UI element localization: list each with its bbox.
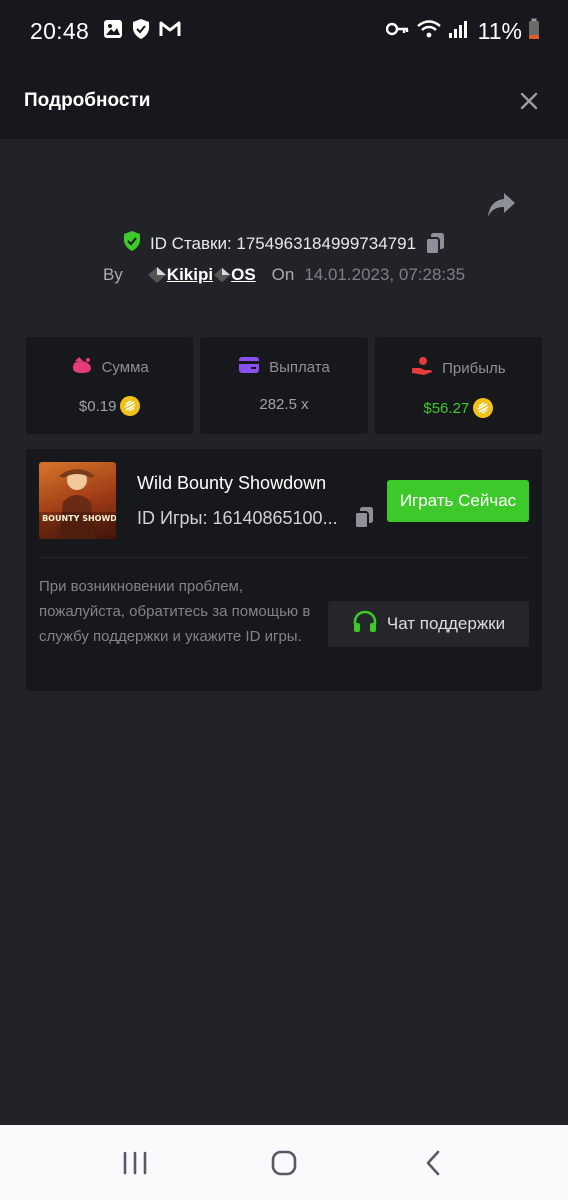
on-label: On <box>271 265 295 284</box>
stat-profit-value: $56.27 <box>423 399 470 417</box>
home-icon <box>271 1150 297 1175</box>
game-id-row: ID Игры: 16140865100... <box>137 506 375 530</box>
battery-icon <box>528 18 540 45</box>
back-button[interactable] <box>403 1138 463 1188</box>
status-right: 11% <box>385 17 540 45</box>
stat-amount: Сумма $0.19 <box>26 337 194 434</box>
signal-icon <box>448 19 468 44</box>
bet-id-row: ID Ставки: 1754963184999734791 <box>0 230 568 257</box>
bet-id: ID Ставки: 1754963184999734791 <box>149 233 417 253</box>
bet-date: 14.01.2023, 07:28:35 <box>304 265 466 284</box>
diamond-icon <box>213 267 231 283</box>
copy-bet-id-button[interactable] <box>424 232 446 256</box>
stat-amount-value: $0.19 <box>78 397 117 415</box>
coin-icon <box>473 398 494 418</box>
system-nav-bar <box>0 1125 568 1200</box>
status-left-icons <box>103 18 181 45</box>
stat-profit: Прибыль $56.27 <box>374 337 542 434</box>
help-text: При возникновении проблем, пожалуйста, о… <box>39 578 311 645</box>
game-card: WILD BOUNTY SHOWDOWN Wild Bounty Showdow… <box>26 449 542 691</box>
header: Подробности <box>0 62 568 139</box>
stat-payout: Выплата 282.5 x <box>200 337 368 434</box>
divider <box>39 557 529 558</box>
money-bag-icon <box>71 356 93 378</box>
battery-percent: 11% <box>477 17 522 44</box>
bet-author-row: By Kikipi OS On 14.01.2023, 07:28:35 <box>0 265 568 285</box>
key-icon <box>385 22 410 41</box>
copy-icon <box>425 232 445 255</box>
stat-profit-label: Прибыль <box>442 359 506 377</box>
home-button[interactable] <box>254 1138 314 1188</box>
status-time: 20:48 <box>30 17 90 44</box>
username: Kikipi <box>166 265 214 284</box>
copy-icon <box>354 507 373 529</box>
close-button[interactable] <box>514 86 544 116</box>
diamond-icon <box>147 267 166 283</box>
thumb-text: WILD BOUNTY SHOWDOWN <box>39 514 116 523</box>
verified-shield-icon <box>122 230 142 257</box>
gmail-icon <box>159 20 181 43</box>
game-id: ID Игры: 16140865100... <box>137 507 338 528</box>
stat-amount-label: Сумма <box>101 358 149 376</box>
back-icon <box>427 1150 440 1175</box>
share-icon <box>488 193 515 217</box>
copy-game-id-button[interactable] <box>353 506 375 530</box>
headset-icon <box>352 610 378 639</box>
support-chat-button[interactable]: Чат поддержки <box>328 601 529 647</box>
bet-stats: Сумма $0.19 Выплата 282.5 x Прибыль $56.… <box>26 337 542 434</box>
profit-hand-icon <box>411 356 433 380</box>
game-thumbnail[interactable]: WILD BOUNTY SHOWDOWN <box>39 462 116 539</box>
recent-apps-button[interactable] <box>105 1138 165 1188</box>
play-now-button[interactable]: Играть Сейчас <box>387 480 529 522</box>
recent-apps-icon <box>123 1151 146 1174</box>
stat-payout-label: Выплата <box>269 358 330 376</box>
username-link[interactable]: Kikipi OS <box>147 265 256 285</box>
wifi-icon <box>416 19 442 44</box>
game-title: Wild Bounty Showdown <box>137 473 327 493</box>
status-bar: 20:48 11% <box>0 0 568 62</box>
close-icon <box>520 92 538 109</box>
username-suffix: OS <box>231 265 256 284</box>
coin-icon <box>120 396 141 416</box>
gallery-icon <box>103 19 123 44</box>
support-chat-label: Чат поддержки <box>386 614 506 633</box>
stat-payout-value: 282.5 x <box>259 396 309 413</box>
share-button[interactable] <box>485 191 517 221</box>
page-title: Подробности <box>24 89 151 111</box>
by-label: By <box>102 265 123 284</box>
card-icon <box>238 356 260 378</box>
shield-icon <box>131 18 151 45</box>
